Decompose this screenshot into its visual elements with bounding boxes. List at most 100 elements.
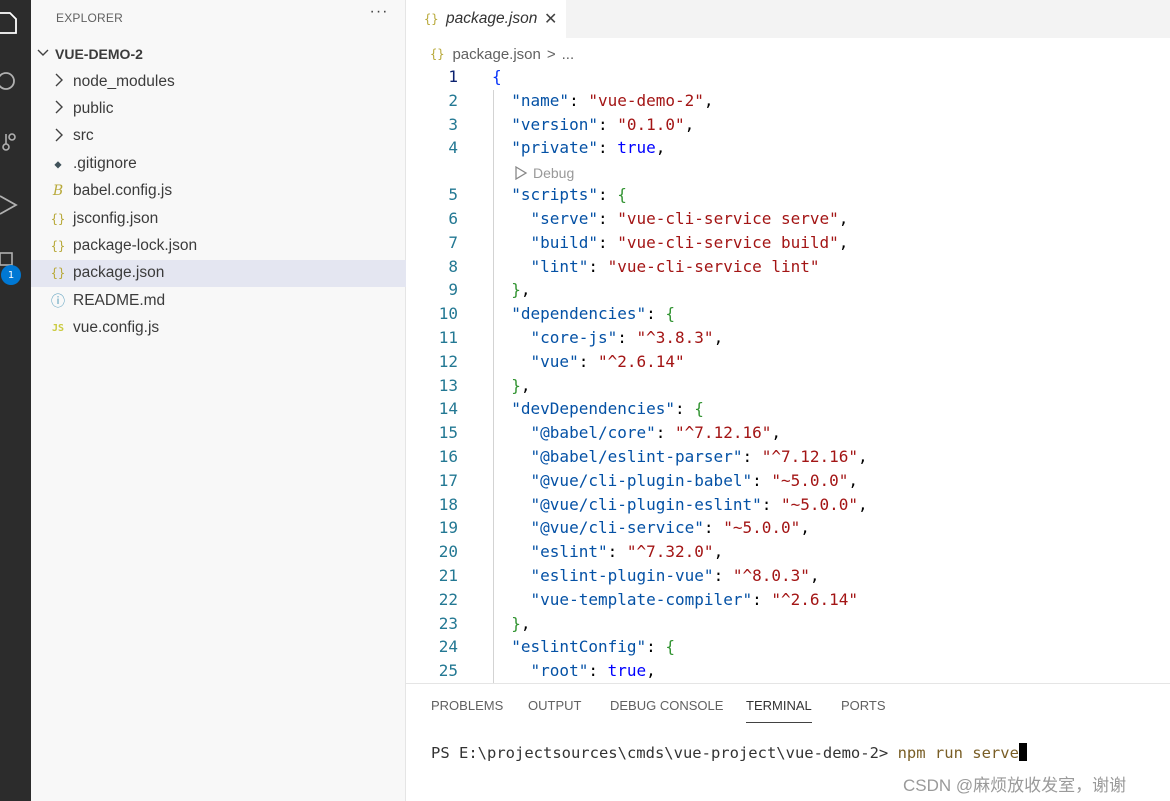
tree-item-label: .gitignore: [73, 154, 137, 172]
tree-folder[interactable]: node_modules: [31, 68, 406, 95]
tree-file[interactable]: {} package.json: [31, 259, 406, 287]
files-icon[interactable]: [0, 8, 31, 38]
code-line: 19 "@vue/cli-service": "~5.0.0",: [406, 518, 1170, 541]
explorer-sidebar: EXPLORER ··· VUE-DEMO-2 node_modules publ…: [31, 0, 406, 801]
bottom-panel: PROBLEMS OUTPUT DEBUG CONSOLE TERMINAL P…: [406, 683, 1170, 801]
code-area[interactable]: 1{2 "name": "vue-demo-2", 3 "version": "0…: [406, 66, 1170, 683]
code-text: "name": "vue-demo-2",: [511, 90, 714, 110]
breadcrumb-more[interactable]: ...: [562, 46, 575, 63]
chevron-right-icon: [54, 73, 66, 90]
code-text: "eslint": "^7.32.0",: [530, 542, 724, 562]
more-actions-button[interactable]: ···: [368, 3, 390, 25]
active-tab-indicator: [746, 722, 812, 723]
json-icon: {}: [430, 47, 445, 61]
line-number: 1: [448, 67, 458, 86]
terminal-prompt: PS E:\projectsources\cmds\vue-project\vu…: [431, 744, 898, 762]
line-number: 6: [448, 209, 458, 228]
code-text: "eslintConfig": {: [511, 637, 676, 657]
js-icon: JS: [51, 322, 65, 334]
code-text: "build": "vue-cli-service build",: [530, 232, 849, 252]
code-line: 3 "version": "0.1.0",: [406, 115, 1170, 138]
code-text: {: [492, 67, 502, 86]
code-line: 8 "lint": "vue-cli-service lint": [406, 257, 1170, 280]
tree-file[interactable]: JS vue.config.js: [31, 315, 406, 342]
code-line: 18 "@vue/cli-plugin-eslint": "~5.0.0",: [406, 495, 1170, 518]
editor: {} package.json ✕ {} package.json > ... …: [406, 0, 1170, 683]
code-line: 20 "eslint": "^7.32.0",: [406, 542, 1170, 565]
tree-folder[interactable]: src: [31, 123, 406, 150]
info-icon: ⓘ: [51, 293, 65, 310]
code-text: "scripts": {: [511, 185, 627, 205]
close-icon[interactable]: ✕: [544, 9, 557, 29]
code-text: "lint": "vue-cli-service lint": [530, 256, 820, 276]
code-text: "eslint-plugin-vue": "^8.0.3",: [530, 566, 820, 585]
code-text: "private": true,: [511, 138, 666, 158]
line-number: 12: [438, 351, 458, 371]
tree-item-label: README.md: [73, 291, 166, 309]
code-text: "vue": "^2.6.14": [530, 351, 685, 371]
terminal-line[interactable]: PS E:\projectsources\cmds\vue-project\vu…: [431, 743, 1027, 762]
breadcrumb-file[interactable]: package.json: [452, 46, 540, 63]
code-line: 23 },: [406, 614, 1170, 637]
tree-file[interactable]: ⓘ README.md: [31, 287, 406, 314]
code-line: 22 "vue-template-compiler": "^2.6.14": [406, 590, 1170, 613]
code-line: 6 "serve": "vue-cli-service serve",: [406, 209, 1170, 232]
babel-icon: B: [52, 183, 64, 200]
search-icon[interactable]: [0, 66, 31, 96]
code-text: "serve": "vue-cli-service serve",: [530, 209, 849, 228]
code-line: 13 },: [406, 376, 1170, 399]
tree-item-label: public: [73, 99, 114, 117]
tab-ports[interactable]: PORTS: [841, 698, 886, 713]
line-number: 20: [438, 542, 458, 562]
terminal-cursor: [1018, 743, 1027, 761]
line-number: 24: [438, 637, 458, 657]
line-number: 25: [438, 661, 458, 681]
breadcrumb: {} package.json > ...: [406, 42, 574, 66]
code-line: 17 "@vue/cli-plugin-babel": "~5.0.0",: [406, 471, 1170, 494]
code-line: 15 "@babel/core": "^7.12.16",: [406, 423, 1170, 446]
line-number: 4: [448, 138, 458, 158]
code-text: },: [511, 613, 531, 633]
tab-output[interactable]: OUTPUT: [528, 698, 581, 713]
line-number: 5: [448, 185, 458, 205]
watermark: CSDN @麻烦放收发室，谢谢: [903, 776, 1127, 795]
activity-bar: 1: [0, 0, 31, 801]
code-text: "version": "0.1.0",: [511, 114, 695, 134]
workspace-folder[interactable]: VUE-DEMO-2: [31, 42, 406, 66]
tree-folder[interactable]: public: [31, 95, 406, 122]
tab-package-json[interactable]: {} package.json ✕: [406, 0, 566, 38]
git-icon: ◆: [54, 156, 62, 171]
tree-file[interactable]: {} package-lock.json: [31, 232, 406, 259]
line-number: 16: [438, 447, 458, 466]
line-number: 11: [438, 328, 458, 347]
line-number: 19: [438, 518, 458, 538]
tab-terminal[interactable]: TERMINAL: [746, 698, 812, 713]
code-text: "root": true,: [530, 661, 656, 681]
code-line: 14 "devDependencies": {: [406, 399, 1170, 422]
run-debug-icon[interactable]: [0, 190, 31, 220]
code-line: 24 "eslintConfig": {: [406, 637, 1170, 660]
tree-file[interactable]: ◆ .gitignore: [31, 150, 406, 177]
line-number: 15: [438, 423, 458, 443]
code-text: "dependencies": {: [511, 304, 676, 324]
play-icon: [515, 166, 528, 181]
line-number: 9: [448, 280, 458, 300]
code-line: 4 "private": true,: [406, 138, 1170, 161]
code-text: },: [511, 280, 531, 300]
code-line: 10 "dependencies": {: [406, 304, 1170, 327]
tab-debug-console[interactable]: DEBUG CONSOLE: [610, 698, 723, 713]
tree-item-label: node_modules: [73, 72, 175, 90]
tree-file[interactable]: Bbabel.config.js: [31, 178, 406, 205]
tree-item-label: vue.config.js: [73, 319, 160, 337]
code-line: 21 "eslint-plugin-vue": "^8.0.3",: [406, 566, 1170, 589]
workspace-folder-name: VUE-DEMO-2: [55, 46, 143, 62]
codelens-label: Debug: [533, 165, 575, 182]
line-number: 21: [438, 566, 458, 585]
code-line: 7 "build": "vue-cli-service build",: [406, 233, 1170, 256]
debug-codelens[interactable]: Debug: [514, 163, 574, 183]
tab-problems[interactable]: PROBLEMS: [431, 698, 503, 713]
tree-file[interactable]: {} jsconfig.json: [31, 205, 406, 232]
source-control-icon[interactable]: [0, 128, 31, 158]
json-icon: {}: [50, 266, 66, 281]
line-number: 23: [438, 613, 458, 633]
